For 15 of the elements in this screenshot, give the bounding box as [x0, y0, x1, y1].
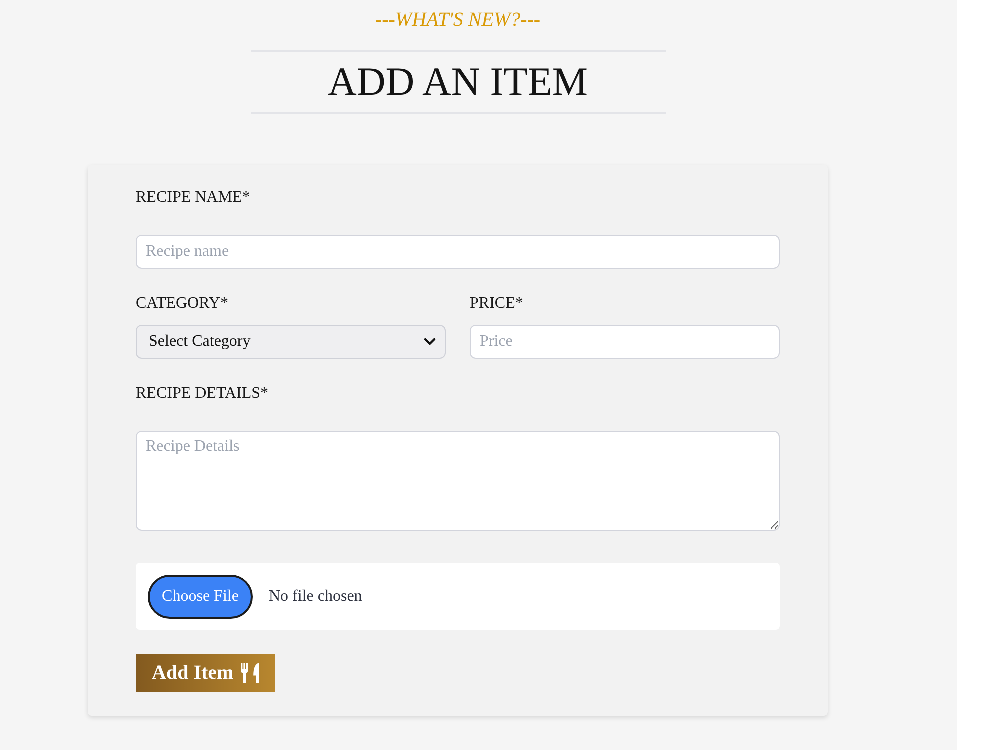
page-title: ADD AN ITEM	[328, 58, 588, 106]
add-item-button[interactable]: Add Item	[136, 654, 275, 692]
category-dropdown[interactable]: Select Category	[136, 325, 446, 359]
text-input[interactable]: Recipe name	[136, 235, 780, 269]
field-label: RECIPE DETAILS*	[136, 384, 268, 404]
field-label: CATEGORY*	[136, 294, 228, 314]
fork-knife-icon	[240, 663, 259, 683]
field-label: RECIPE NAME*	[136, 188, 250, 208]
textarea-field[interactable]: Recipe Details	[136, 431, 780, 531]
chevron-down-icon	[424, 338, 436, 346]
file-status-text: No file chosen	[269, 588, 362, 606]
text-input[interactable]: Price	[470, 325, 780, 359]
choose-file-button[interactable]: Choose File	[148, 574, 253, 618]
section-subtitle: ---WHAT'S NEW?---	[375, 8, 541, 32]
field-label: PRICE*	[470, 294, 524, 314]
